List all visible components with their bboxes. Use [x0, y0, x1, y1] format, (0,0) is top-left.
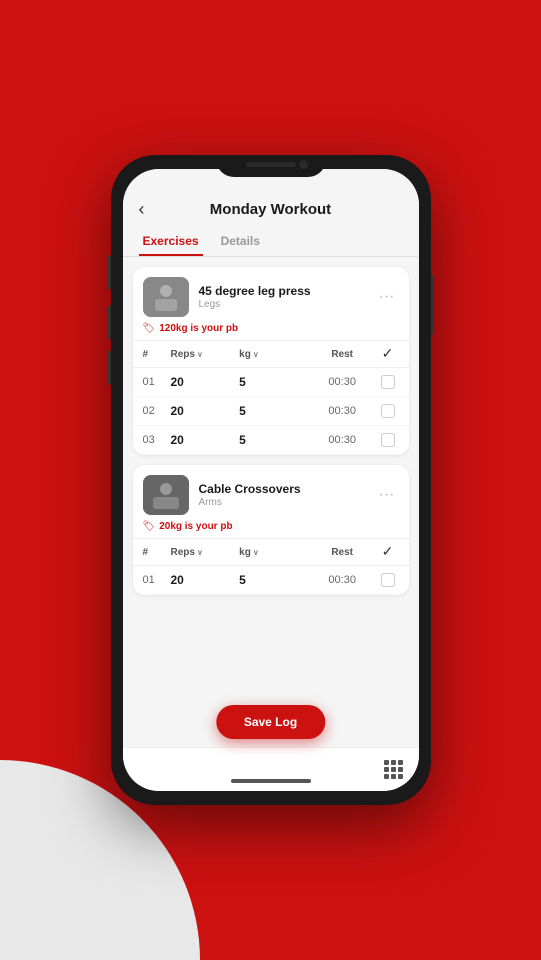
more-button-2[interactable]: ··· — [375, 486, 399, 504]
table-row: 02 20 5 00:30 — [133, 397, 409, 426]
cell-check[interactable] — [377, 433, 399, 447]
tab-details[interactable]: Details — [217, 228, 264, 256]
scroll-area[interactable]: 45 degree leg press Legs ··· 🏷 120kg is … — [123, 257, 419, 747]
col-header-kg-1[interactable]: kg ∨ — [239, 349, 308, 360]
pb-icon-1: 🏷 — [143, 323, 156, 334]
col-header-check-2: ✓ — [377, 543, 399, 561]
grid-menu-icon[interactable] — [384, 760, 403, 779]
kg-chevron-2: ∨ — [253, 548, 259, 557]
exercise-card-2: Cable Crossovers Arms ··· 🏷 20kg is your… — [133, 465, 409, 595]
exercise-category-1: Legs — [199, 299, 375, 310]
cell-rest: 00:30 — [308, 434, 377, 446]
cell-check[interactable] — [377, 404, 399, 418]
pb-text-1: 120kg is your pb — [159, 323, 238, 334]
col-header-num-1: # — [143, 349, 171, 360]
cell-check[interactable] — [377, 573, 399, 587]
pb-text-2: 20kg is your pb — [159, 521, 232, 532]
col-header-rest-2: Rest — [308, 547, 377, 558]
thumb-image-2 — [143, 475, 189, 515]
home-indicator — [231, 779, 311, 783]
col-header-reps-2[interactable]: Reps ∨ — [171, 547, 240, 558]
col-header-reps-1[interactable]: Reps ∨ — [171, 349, 240, 360]
cell-kg[interactable]: 5 — [239, 404, 308, 418]
more-button-1[interactable]: ··· — [375, 288, 399, 306]
col-header-rest-1: Rest — [308, 349, 377, 360]
kg-chevron-1: ∨ — [253, 350, 259, 359]
pb-icon-2: 🏷 — [143, 521, 156, 532]
table-row: 03 20 5 00:30 — [133, 426, 409, 455]
table-row: 01 20 5 00:30 — [133, 368, 409, 397]
cell-reps[interactable]: 20 — [171, 433, 240, 447]
checkbox[interactable] — [381, 404, 395, 418]
exercise-name-2: Cable Crossovers — [199, 482, 375, 496]
speaker — [246, 162, 296, 167]
cell-rest: 00:30 — [308, 376, 377, 388]
cell-reps[interactable]: 20 — [171, 573, 240, 587]
cell-num: 03 — [143, 434, 171, 446]
checkbox[interactable] — [381, 573, 395, 587]
save-log-button[interactable]: Save Log — [216, 705, 325, 739]
thumb-image-1 — [143, 277, 189, 317]
cell-num: 02 — [143, 405, 171, 417]
checkbox[interactable] — [381, 375, 395, 389]
pb-row-1: 🏷 120kg is your pb — [133, 323, 409, 340]
exercise-info-1: 45 degree leg press Legs — [199, 284, 375, 310]
cell-kg[interactable]: 5 — [239, 375, 308, 389]
table-header-1: # Reps ∨ kg ∨ Rest ✓ — [133, 340, 409, 368]
exercise-card-1: 45 degree leg press Legs ··· 🏷 120kg is … — [133, 267, 409, 455]
tab-bar: Exercises Details — [123, 224, 419, 257]
page-title: Monday Workout — [210, 201, 331, 218]
col-header-num-2: # — [143, 547, 171, 558]
cell-reps[interactable]: 20 — [171, 404, 240, 418]
cell-check[interactable] — [377, 375, 399, 389]
exercise-name-1: 45 degree leg press — [199, 284, 375, 298]
bottom-nav — [123, 747, 419, 791]
app-content: ‹ Monday Workout Exercises Details — [123, 169, 419, 791]
notch — [216, 155, 326, 177]
cell-rest: 00:30 — [308, 405, 377, 417]
cell-num: 01 — [143, 376, 171, 388]
cell-kg[interactable]: 5 — [239, 433, 308, 447]
reps-chevron-1: ∨ — [197, 350, 203, 359]
screen: ‹ Monday Workout Exercises Details — [123, 169, 419, 791]
exercise-thumb-2 — [143, 475, 189, 515]
col-header-kg-2[interactable]: kg ∨ — [239, 547, 308, 558]
pb-row-2: 🏷 20kg is your pb — [133, 521, 409, 538]
table-row: 01 20 5 00:30 — [133, 566, 409, 595]
cell-num: 01 — [143, 574, 171, 586]
reps-chevron-2: ∨ — [197, 548, 203, 557]
exercise-header-1: 45 degree leg press Legs ··· — [133, 267, 409, 323]
tab-exercises[interactable]: Exercises — [139, 228, 203, 256]
cell-kg[interactable]: 5 — [239, 573, 308, 587]
col-header-check-1: ✓ — [377, 345, 399, 363]
cell-reps[interactable]: 20 — [171, 375, 240, 389]
camera — [299, 160, 308, 169]
cell-rest: 00:30 — [308, 574, 377, 586]
table-header-2: # Reps ∨ kg ∨ Rest ✓ — [133, 538, 409, 566]
back-button[interactable]: ‹ — [139, 199, 145, 220]
header: ‹ Monday Workout — [123, 193, 419, 224]
exercise-header-2: Cable Crossovers Arms ··· — [133, 465, 409, 521]
phone-frame: ‹ Monday Workout Exercises Details — [111, 155, 431, 805]
checkbox[interactable] — [381, 433, 395, 447]
exercise-table-2: # Reps ∨ kg ∨ Rest ✓ — [133, 538, 409, 595]
exercise-table-1: # Reps ∨ kg ∨ Rest ✓ — [133, 340, 409, 455]
exercise-thumb-1 — [143, 277, 189, 317]
exercise-category-2: Arms — [199, 497, 375, 508]
exercise-info-2: Cable Crossovers Arms — [199, 482, 375, 508]
